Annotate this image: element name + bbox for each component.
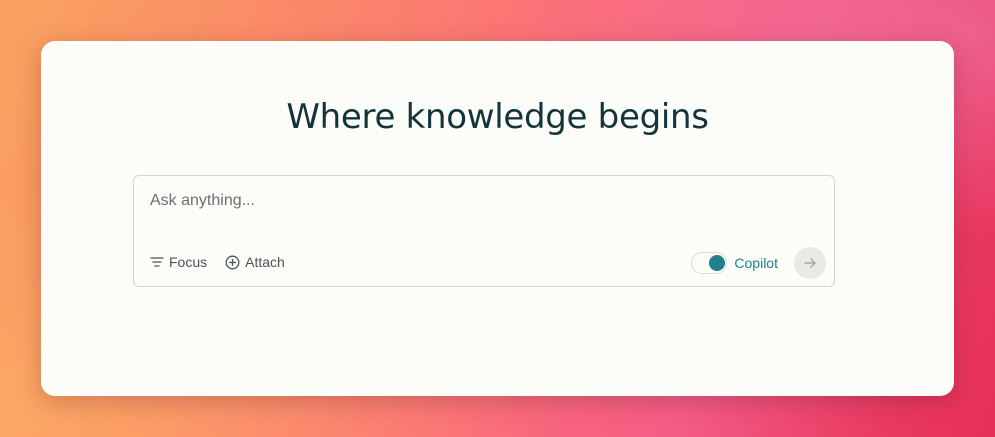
search-box: Focus Attach Copilot xyxy=(133,175,835,287)
toolbar-right: Copilot xyxy=(691,247,826,279)
copilot-label[interactable]: Copilot xyxy=(734,255,778,271)
page-title: Where knowledge begins xyxy=(286,97,709,137)
attach-button[interactable]: Attach xyxy=(225,254,285,270)
submit-button[interactable] xyxy=(794,247,826,279)
search-input[interactable] xyxy=(150,192,810,210)
plus-circle-icon xyxy=(225,255,240,269)
arrow-right-icon xyxy=(804,258,816,268)
attach-label: Attach xyxy=(245,254,285,270)
filter-lines-icon xyxy=(150,257,164,267)
copilot-toggle[interactable] xyxy=(691,252,728,274)
focus-label: Focus xyxy=(169,254,208,270)
focus-button[interactable]: Focus xyxy=(150,254,207,270)
toolbar-left: Focus Attach xyxy=(150,254,303,270)
main-card: Where knowledge begins Focus Attach xyxy=(41,41,954,396)
toggle-knob xyxy=(709,255,726,271)
